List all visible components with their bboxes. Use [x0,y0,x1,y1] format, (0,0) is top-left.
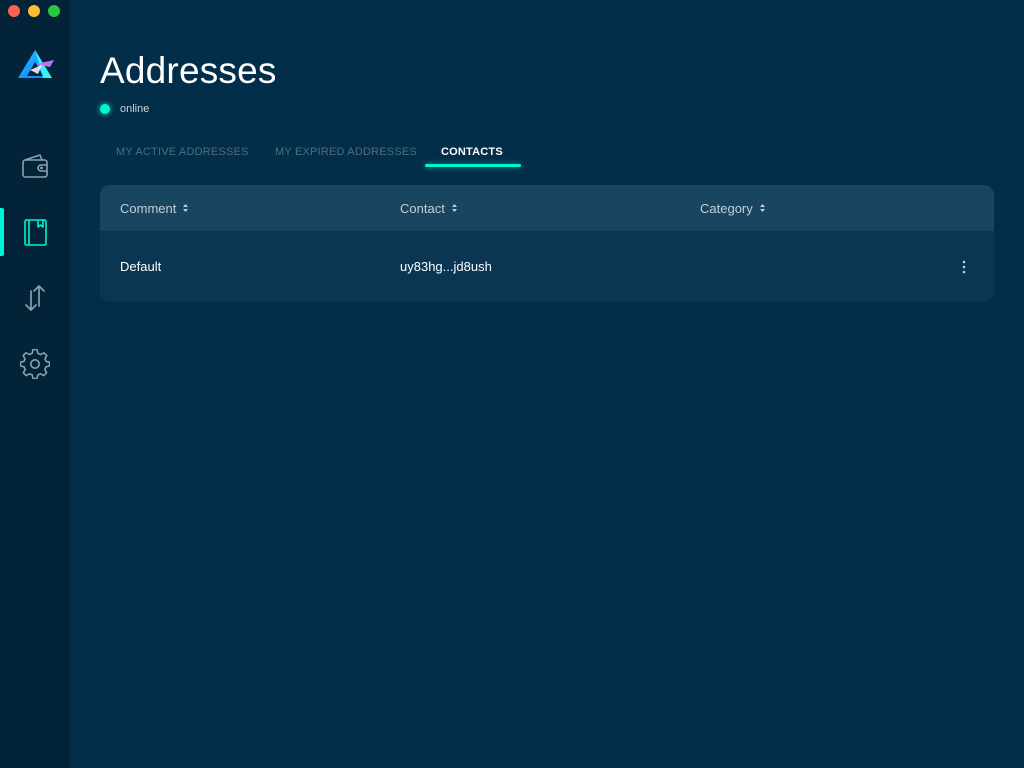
window-controls [8,5,60,17]
transfer-arrows-icon [25,285,45,311]
sort-icon [451,204,457,212]
column-header-comment[interactable]: Comment [120,185,189,231]
table-header: Comment Contact Category [100,185,994,231]
status-label: online [120,103,150,115]
address-book-icon [24,219,47,246]
sidebar-item-wallet[interactable] [0,142,70,190]
status-indicator-icon [100,104,110,114]
cell-contact: uy83hg...jd8ush [400,259,492,274]
tab-contacts[interactable]: CONTACTS [441,141,503,158]
column-header-label: Comment [120,200,177,216]
app-window: Addresses online MY ACTIVE ADDRESSES MY … [0,0,1024,768]
sidebar-item-transactions[interactable] [0,274,70,322]
tab-my-active-addresses[interactable]: MY ACTIVE ADDRESSES [116,141,249,158]
cell-comment: Default [120,259,162,274]
maximize-window-button[interactable] [48,5,60,17]
sort-icon [759,204,765,212]
contacts-table: Comment Contact Category Default uy83hg.… [100,185,994,302]
tab-my-expired-addresses[interactable]: MY EXPIRED ADDRESSES [275,141,417,158]
table-row[interactable]: Default uy83hg...jd8ush [100,231,994,302]
column-header-label: Contact [400,200,445,216]
column-header-label: Category [700,200,753,216]
more-vertical-icon[interactable] [956,257,972,277]
close-window-button[interactable] [8,5,20,17]
column-header-category[interactable]: Category [700,185,766,231]
sidebar-item-settings[interactable] [0,340,70,388]
gear-icon [20,349,50,379]
column-header-contact[interactable]: Contact [400,185,458,231]
sort-icon [183,204,189,212]
sidebar [0,0,70,768]
minimize-window-button[interactable] [28,5,40,17]
address-tabs: MY ACTIVE ADDRESSES MY EXPIRED ADDRESSES… [100,141,700,171]
wallet-icon [22,154,48,178]
sidebar-item-addresses[interactable] [0,208,70,256]
page-title: Addresses [100,50,277,91]
connection-status: online [100,103,149,115]
beam-logo-icon [16,48,54,82]
active-tab-indicator [425,164,521,167]
